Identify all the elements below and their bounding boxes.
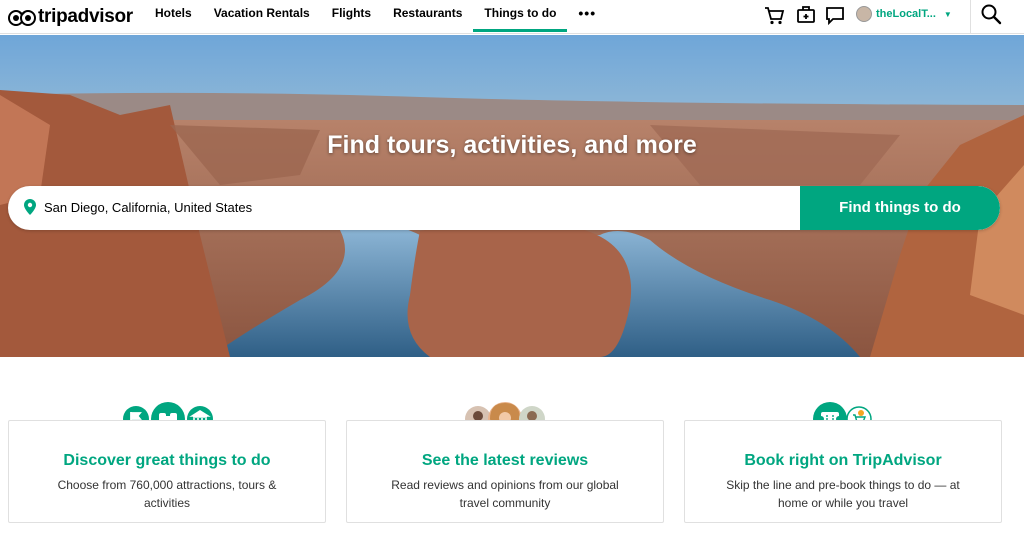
messages-icon[interactable] — [824, 4, 846, 26]
logo-text: tripadvisor — [38, 6, 133, 27]
avatar — [856, 6, 872, 22]
find-things-to-do-button[interactable]: Find things to do — [800, 186, 1000, 230]
nav-flights[interactable]: Flights — [321, 0, 382, 34]
username: theLocalT... — [876, 8, 936, 20]
search-icon[interactable] — [980, 3, 1002, 25]
feature-description: Read reviews and opinions from our globa… — [391, 478, 619, 510]
feature-title: Discover great things to do — [63, 452, 271, 469]
nav-vacation-rentals[interactable]: Vacation Rentals — [203, 0, 321, 34]
trips-icon[interactable] — [795, 4, 817, 26]
nav-restaurants[interactable]: Restaurants — [382, 0, 473, 34]
more-menu-button[interactable]: ••• — [567, 0, 607, 34]
cart-icon[interactable] — [763, 4, 785, 26]
chevron-down-icon: ▼ — [943, 9, 952, 19]
feature-discover: Discover great things to do Choose from … — [8, 420, 326, 523]
destination-input[interactable]: San Diego, California, United States — [44, 186, 252, 230]
hero-title: Find tours, activities, and more — [327, 131, 697, 159]
feature-reviews: See the latest reviews Read reviews and … — [346, 420, 664, 523]
profile-menu[interactable]: theLocalT... ▼ — [856, 4, 952, 24]
top-header: tripadvisor Hotels Vacation Rentals Flig… — [0, 0, 1024, 34]
feature-description: Choose from 760,000 attractions, tours &… — [57, 478, 277, 510]
search-bar: San Diego, California, United States Fin… — [8, 186, 1000, 230]
owl-logo-icon — [8, 10, 36, 26]
feature-description: Skip the line and pre-book things to do … — [726, 478, 960, 510]
feature-booking: Book right on TripAdvisor Skip the line … — [684, 420, 1002, 523]
feature-title: See the latest reviews — [421, 452, 589, 469]
header-divider — [970, 0, 971, 34]
hero-banner: Find tours, activities, and more San Die… — [0, 35, 1024, 357]
tripadvisor-logo[interactable]: tripadvisor — [8, 4, 133, 30]
nav-hotels[interactable]: Hotels — [144, 0, 203, 34]
feature-title: Book right on TripAdvisor — [744, 452, 942, 469]
nav-things-to-do[interactable]: Things to do — [473, 0, 568, 34]
location-pin-icon — [24, 199, 36, 215]
main-nav: Hotels Vacation Rentals Flights Restaura… — [144, 0, 607, 34]
